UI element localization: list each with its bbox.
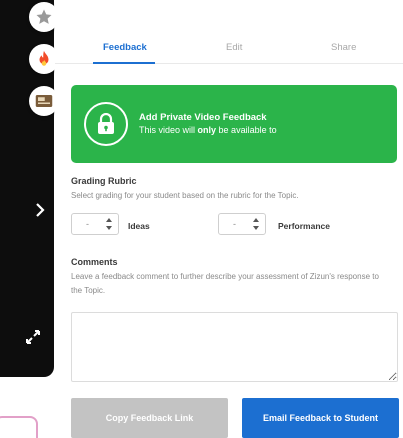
- chevron-right-icon[interactable]: [33, 200, 47, 220]
- tab-share[interactable]: Share: [331, 42, 356, 53]
- performance-stepper[interactable]: -: [218, 213, 266, 235]
- left-sidebar-rail: [0, 0, 59, 377]
- stepper-arrows-icon: [253, 218, 259, 230]
- email-feedback-button[interactable]: Email Feedback to Student: [242, 398, 399, 438]
- grading-rubric-description: Select grading for your student based on…: [71, 191, 299, 200]
- comments-title: Comments: [71, 257, 118, 267]
- expand-icon[interactable]: [24, 328, 42, 346]
- comment-textarea[interactable]: [71, 312, 398, 382]
- tab-edit[interactable]: Edit: [226, 42, 242, 53]
- copy-feedback-link-button[interactable]: Copy Feedback Link: [71, 398, 228, 438]
- grading-rubric-title: Grading Rubric: [71, 176, 137, 186]
- tab-bar: Feedback Edit Share: [55, 32, 403, 64]
- thumbnail-partial[interactable]: [0, 416, 38, 438]
- active-tab-indicator: [93, 62, 155, 64]
- lock-icon: [84, 102, 128, 146]
- stepper-arrows-icon: [106, 218, 112, 230]
- tab-feedback[interactable]: Feedback: [103, 42, 147, 53]
- ideas-label: Ideas: [128, 221, 150, 231]
- banner-title: Add Private Video Feedback: [139, 112, 267, 123]
- feedback-panel: Feedback Edit Share Add Private Video Fe…: [55, 0, 403, 438]
- ideas-stepper[interactable]: -: [71, 213, 119, 235]
- comments-description: Leave a feedback comment to further desc…: [71, 272, 379, 295]
- performance-label: Performance: [278, 221, 330, 231]
- private-feedback-banner[interactable]: Add Private Video Feedback This video wi…: [71, 85, 397, 163]
- banner-subtitle: This video will only be available to: [139, 125, 277, 135]
